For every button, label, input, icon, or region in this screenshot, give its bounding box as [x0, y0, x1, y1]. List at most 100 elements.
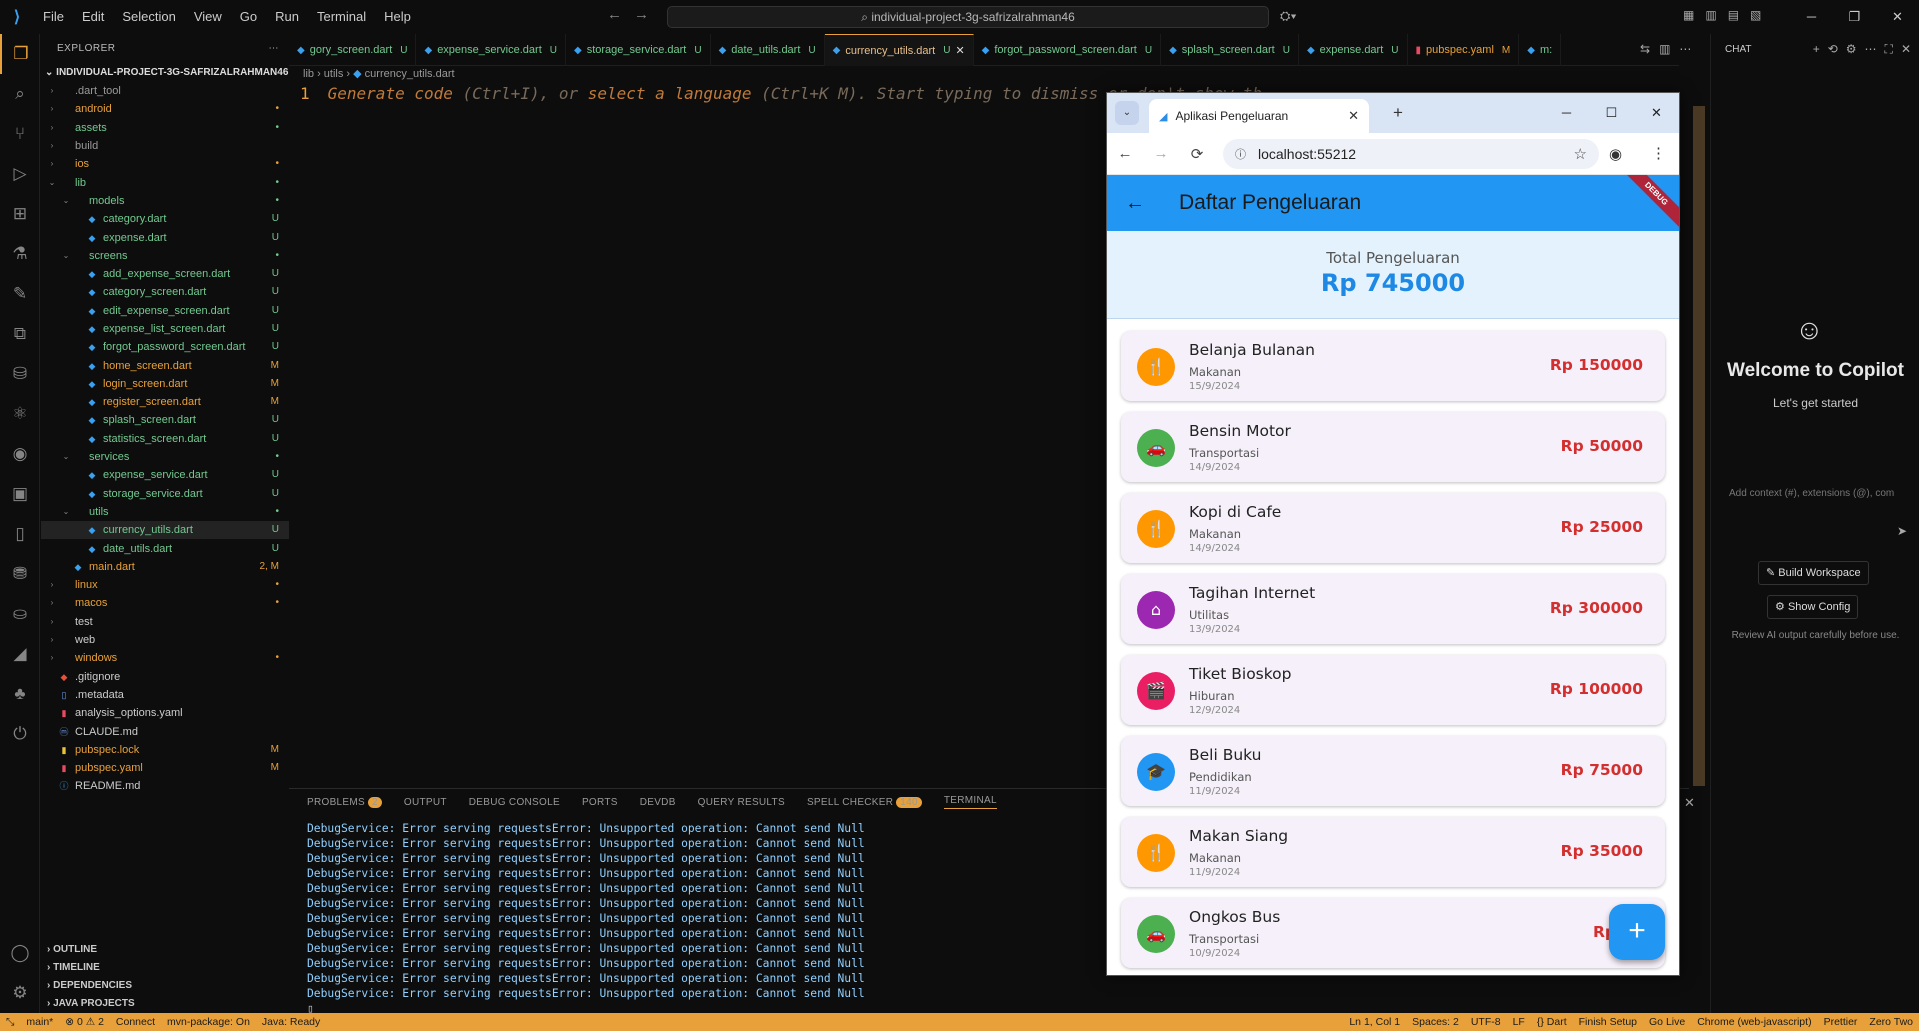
bookmark-star-icon[interactable]: ☆	[1574, 145, 1587, 163]
tree-item[interactable]: ⓜ CLAUDE.md	[41, 722, 289, 740]
status-item[interactable]: Ln 1, Col 1	[1343, 1016, 1406, 1028]
explorer-section-outline[interactable]: › OUTLINE	[41, 941, 289, 959]
tree-item[interactable]: ▮ analysis_options.yaml	[41, 704, 289, 722]
chat-input[interactable]: Add context (#), extensions (@), com ➤	[1723, 482, 1913, 546]
tree-item[interactable]: ▮ pubspec.lock M	[41, 741, 289, 759]
history-icon[interactable]: ⟲	[1828, 42, 1838, 57]
status-item[interactable]: Spaces: 2	[1406, 1016, 1465, 1028]
tree-item[interactable]: › build	[41, 137, 289, 155]
tree-item[interactable]: ◆ expense_list_screen.dart U	[41, 320, 289, 338]
status-item[interactable]: Java: Ready	[256, 1016, 326, 1028]
tree-item[interactable]: › macos •	[41, 594, 289, 612]
tree-item[interactable]: ◆ edit_expense_screen.dart U	[41, 302, 289, 320]
tree-item[interactable]: ⌄ services •	[41, 448, 289, 466]
status-item[interactable]: Prettier	[1818, 1016, 1864, 1028]
add-expense-fab[interactable]: +	[1609, 904, 1665, 960]
editor-tab[interactable]: ▮ pubspec.yaml M	[1408, 34, 1520, 66]
tree-item[interactable]: ⌄ lib •	[41, 173, 289, 191]
close-tab-icon[interactable]: ✕	[1348, 108, 1359, 124]
status-item[interactable]: UTF-8	[1465, 1016, 1507, 1028]
split-editor-icon[interactable]: ▥	[1659, 42, 1670, 56]
menu-file[interactable]: File	[34, 0, 73, 34]
editor-tab[interactable]: ◆ forgot_password_screen.dart U	[974, 34, 1162, 66]
panel-tab-output[interactable]: OUTPUT	[404, 797, 447, 808]
browser-close-icon[interactable]: ✕	[1634, 93, 1679, 133]
run-debug-icon[interactable]: ▷	[0, 154, 40, 194]
more-actions-icon[interactable]: ⋯	[269, 34, 280, 64]
menu-selection[interactable]: Selection	[113, 0, 184, 34]
new-tab-icon[interactable]: +	[1393, 103, 1403, 123]
database-icon[interactable]: ⛁	[0, 354, 40, 394]
tree-item[interactable]: ◆ .gitignore	[41, 668, 289, 686]
menu-run[interactable]: Run	[266, 0, 308, 34]
menu-terminal[interactable]: Terminal	[308, 0, 375, 34]
tree-item[interactable]: ◆ expense_service.dart U	[41, 466, 289, 484]
db-icon[interactable]: ⛀	[0, 594, 40, 634]
more-icon[interactable]: ⋯	[1865, 42, 1877, 57]
toggle-sidebar-icon[interactable]: ▥	[1705, 8, 1716, 22]
expense-card[interactable]: 🍴 Kopi di Cafe Makanan 14/9/2024 Rp 25000	[1121, 493, 1665, 563]
storage-icon[interactable]: ⛃	[0, 554, 40, 594]
expense-card[interactable]: 🍴 Makan Siang Makanan 11/9/2024 Rp 35000	[1121, 817, 1665, 887]
expense-card[interactable]: 🎬 Tiket Bioskop Hiburan 12/9/2024 Rp 100000	[1121, 655, 1665, 725]
compare-icon[interactable]: ⇆	[1640, 42, 1650, 56]
tree-item[interactable]: ◆ home_screen.dart M	[41, 356, 289, 374]
breadcrumb-lib[interactable]: lib	[303, 68, 314, 80]
expense-card[interactable]: 🍴 Belanja Bulanan Makanan 15/9/2024 Rp 15000…	[1121, 331, 1665, 401]
menu-help[interactable]: Help	[375, 0, 420, 34]
edit-icon[interactable]: ✎	[0, 274, 40, 314]
reload-icon[interactable]: ⟳	[1179, 145, 1215, 163]
tree-item[interactable]: › web	[41, 631, 289, 649]
explorer-section-java-projects[interactable]: › JAVA PROJECTS	[41, 995, 289, 1013]
tree-item[interactable]: › assets •	[41, 119, 289, 137]
tree-item[interactable]: › ios •	[41, 155, 289, 173]
explorer-icon[interactable]: ❐	[0, 34, 40, 74]
copilot-icon[interactable]: ⛭▾	[1280, 8, 1297, 24]
browser-back-icon[interactable]: ←	[1107, 145, 1143, 162]
tree-item[interactable]: ◆ category.dart U	[41, 210, 289, 228]
account-icon[interactable]: ◯	[0, 933, 40, 973]
editor-tab[interactable]: ◆ expense.dart U	[1299, 34, 1408, 66]
tree-item[interactable]: › linux •	[41, 576, 289, 594]
tree-item[interactable]: › test	[41, 613, 289, 631]
editor-tab[interactable]: ◆ date_utils.dart U	[711, 34, 825, 66]
panel-tab-ports[interactable]: PORTS	[582, 797, 618, 808]
new-chat-icon[interactable]: +	[1813, 42, 1820, 57]
close-chat-icon[interactable]: ✕	[1901, 42, 1911, 57]
browser-forward-icon[interactable]: →	[1143, 145, 1179, 162]
tab-search-icon[interactable]: ⌄	[1115, 101, 1139, 125]
editor-scrollbar[interactable]	[1693, 106, 1705, 786]
expense-card[interactable]: ⌂ Tagihan Internet Utilitas 13/9/2024 Rp 300…	[1121, 574, 1665, 644]
tree-item[interactable]: ⌄ screens •	[41, 247, 289, 265]
panel-tab-problems[interactable]: PROBLEMS 2	[307, 796, 382, 808]
json-icon[interactable]: ◉	[0, 434, 40, 474]
tree-item[interactable]: ◆ storage_service.dart U	[41, 485, 289, 503]
breadcrumb-file[interactable]: currency_utils.dart	[365, 68, 455, 80]
tree-item[interactable]: ◆ main.dart 2, M	[41, 558, 289, 576]
tree-item[interactable]: ◆ category_screen.dart U	[41, 283, 289, 301]
status-item[interactable]: main*	[20, 1016, 59, 1028]
close-tab-icon[interactable]: ✕	[955, 44, 964, 57]
show-config-button[interactable]: ⚙ Show Config	[1767, 595, 1859, 619]
tree-item[interactable]: ◆ splash_screen.dart U	[41, 411, 289, 429]
explorer-root-folder[interactable]: ⌄ INDIVIDUAL-PROJECT-3G-SAFRIZALRAHMAN46	[41, 64, 289, 82]
browser-minimize-icon[interactable]: ─	[1544, 93, 1589, 133]
tree-item[interactable]: ⌄ models •	[41, 192, 289, 210]
editor-tab[interactable]: ◆ storage_service.dart U	[566, 34, 711, 66]
tree-item[interactable]: ▮ pubspec.yaml M	[41, 759, 289, 777]
tree-item[interactable]: ◆ add_expense_screen.dart U	[41, 265, 289, 283]
tree-item[interactable]: ◆ login_screen.dart M	[41, 375, 289, 393]
docker-icon[interactable]: ▣	[0, 474, 40, 514]
hint-generate-code[interactable]: Generate code	[328, 84, 453, 103]
status-item[interactable]: Go Live	[1643, 1016, 1691, 1028]
toggle-secondary-sidebar-icon[interactable]: ▧	[1750, 8, 1761, 22]
settings-gear-icon[interactable]: ⚙	[0, 973, 40, 1013]
search-icon[interactable]: ⌕	[0, 74, 40, 114]
more-actions-icon[interactable]: ⋯	[1679, 42, 1691, 56]
tree-item[interactable]: ⌄ utils •	[41, 503, 289, 521]
address-bar[interactable]: ⓘ localhost:55212 ☆	[1223, 139, 1599, 169]
tree-item[interactable]: ◆ forgot_password_screen.dart U	[41, 338, 289, 356]
tree-item[interactable]: ◆ date_utils.dart U	[41, 539, 289, 557]
remote-explorer-icon[interactable]: ⧉	[0, 314, 40, 354]
send-icon[interactable]: ➤	[1897, 524, 1907, 538]
